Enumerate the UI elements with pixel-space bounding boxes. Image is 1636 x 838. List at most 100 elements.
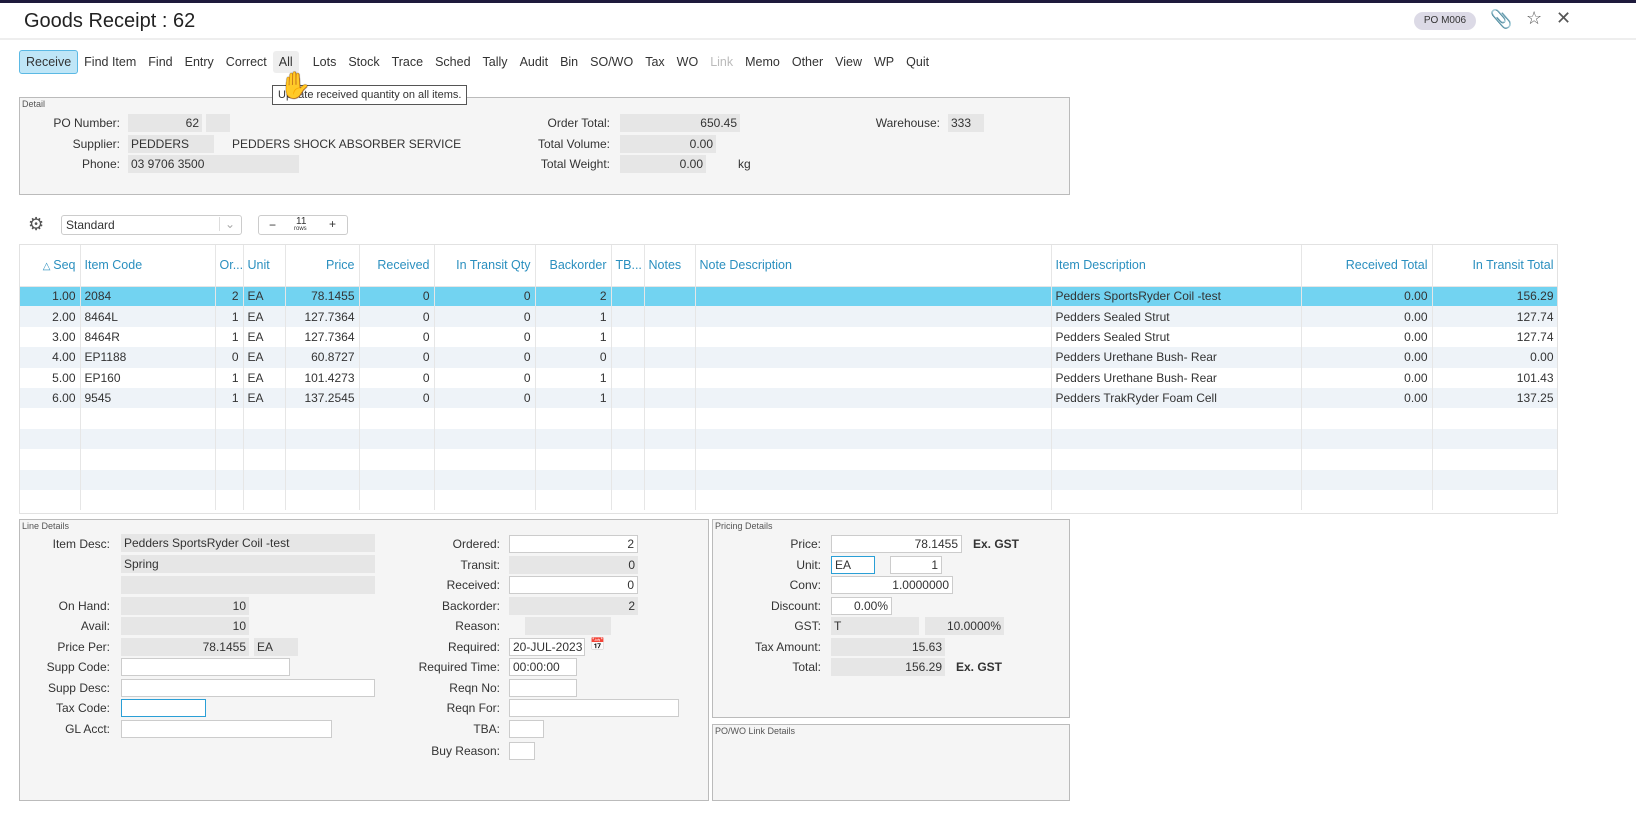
- toolbar-wo-button[interactable]: WO: [671, 51, 705, 73]
- column-header[interactable]: Price: [285, 245, 360, 287]
- toolbar-view-button[interactable]: View: [829, 51, 868, 73]
- conv-input[interactable]: 1.0000000: [831, 576, 953, 594]
- calendar-icon[interactable]: 📅: [590, 637, 605, 651]
- table-row[interactable]: [20, 408, 1557, 429]
- toolbar-entry-button[interactable]: Entry: [179, 51, 220, 73]
- table-cell: Pedders Urethane Bush- Rear: [1051, 347, 1302, 368]
- price-input[interactable]: 78.1455: [831, 535, 962, 553]
- table-row[interactable]: [20, 428, 1557, 450]
- column-header[interactable]: △ Seq: [20, 245, 81, 287]
- unit-qty-input[interactable]: 1: [890, 556, 942, 574]
- column-header[interactable]: Backorder: [535, 245, 612, 287]
- required-date-input[interactable]: 20-JUL-2023: [509, 638, 585, 656]
- tba-input[interactable]: [509, 720, 544, 738]
- toolbar-audit-button[interactable]: Audit: [514, 51, 555, 73]
- gear-icon[interactable]: ⚙: [28, 214, 44, 235]
- paperclip-icon[interactable]: 📎: [1490, 9, 1512, 30]
- table-row[interactable]: 5.00 EP160 1 EA 101.4273 0 0 1 Pedders Urethane …: [20, 367, 1557, 388]
- table-cell: 1: [535, 306, 612, 327]
- column-header[interactable]: Received: [359, 245, 435, 287]
- tba-label: TBA:: [473, 722, 500, 736]
- table-cell: 0.00: [1301, 387, 1433, 409]
- plus-icon[interactable]: +: [329, 217, 336, 231]
- close-icon[interactable]: ✕: [1556, 8, 1571, 29]
- table-row[interactable]: 4.00 EP1188 0 EA 60.8727 0 0 0 Pedders Urethane …: [20, 347, 1557, 368]
- column-label: In Transit Total: [1472, 258, 1554, 273]
- table-cell: [20, 469, 81, 490]
- toolbar-quit-button[interactable]: Quit: [900, 51, 935, 73]
- table-cell: [535, 469, 612, 490]
- table-row[interactable]: 2.00 8464L 1 EA 127.7364 0 0 1 Pedders Sealed St…: [20, 306, 1557, 327]
- table-row[interactable]: [20, 449, 1557, 470]
- table-cell: 0: [535, 347, 612, 368]
- toolbar-tally-button[interactable]: Tally: [477, 51, 514, 73]
- column-header[interactable]: Received Total: [1301, 245, 1433, 287]
- toolbar-receive-button[interactable]: Receive: [19, 50, 79, 74]
- tax-code-input[interactable]: [121, 699, 206, 717]
- toolbar-other-button[interactable]: Other: [786, 51, 829, 73]
- reqn-no-input[interactable]: [509, 679, 577, 697]
- toolbar-correct-button[interactable]: Correct: [220, 51, 273, 73]
- table-row[interactable]: [20, 489, 1557, 511]
- price-per-field: 78.1455: [121, 638, 249, 656]
- reqn-for-input[interactable]: [509, 699, 679, 717]
- table-cell: [535, 408, 612, 429]
- table-cell: 0.00: [1301, 286, 1433, 307]
- view-select[interactable]: Standard ⌄: [61, 215, 242, 235]
- detail-panel: Detail PO Number: 62 Supplier: PEDDERS P…: [19, 97, 1070, 195]
- toolbar-bin-button[interactable]: Bin: [554, 51, 584, 73]
- column-header[interactable]: Notes: [644, 245, 696, 287]
- received-input[interactable]: 0: [509, 576, 638, 594]
- gst-code-field: T: [831, 617, 919, 635]
- table-cell: 2084: [80, 286, 216, 307]
- unit-label: Unit:: [796, 558, 821, 572]
- buy-reason-label: Buy Reason:: [431, 744, 500, 758]
- table-cell: [644, 408, 696, 429]
- reason-field[interactable]: [525, 617, 611, 635]
- table-cell: 4.00: [20, 347, 81, 368]
- toolbar-find-item-button[interactable]: Find Item: [78, 51, 142, 73]
- supp-desc-label: Supp Desc:: [47, 681, 110, 695]
- column-header[interactable]: In Transit Qty: [434, 245, 536, 287]
- toolbar-tax-button[interactable]: Tax: [639, 51, 670, 73]
- buy-reason-input[interactable]: [509, 742, 535, 760]
- toolbar-memo-button[interactable]: Memo: [739, 51, 786, 73]
- column-header[interactable]: Note Description: [695, 245, 1052, 287]
- toolbar-wp-button[interactable]: WP: [868, 51, 900, 73]
- ordered-input[interactable]: 2: [509, 535, 638, 553]
- minus-icon[interactable]: −: [269, 218, 276, 232]
- supp-desc-input[interactable]: [121, 679, 375, 697]
- column-header[interactable]: Or...: [215, 245, 244, 287]
- required-time-input[interactable]: 00:00:00: [509, 658, 577, 676]
- column-header[interactable]: Unit: [243, 245, 286, 287]
- toolbar-stock-button[interactable]: Stock: [342, 51, 385, 73]
- table-row[interactable]: 3.00 8464R 1 EA 127.7364 0 0 1 Pedders Sealed St…: [20, 326, 1557, 348]
- table-row[interactable]: 1.00 2084 2 EA 78.1455 0 0 2 Pedders SportsRyder…: [20, 286, 1557, 307]
- column-header[interactable]: Item Description: [1051, 245, 1302, 287]
- column-label: Backorder: [549, 258, 607, 273]
- gl-acct-input[interactable]: [121, 720, 332, 738]
- toolbar-trace-button[interactable]: Trace: [386, 51, 430, 73]
- total-ex-gst: Ex. GST: [956, 660, 1003, 674]
- table-row[interactable]: [20, 469, 1557, 490]
- toolbar-lots-button[interactable]: Lots: [307, 51, 343, 73]
- table-row[interactable]: 6.00 9545 1 EA 137.2545 0 0 1 Pedders TrakRyder …: [20, 387, 1557, 409]
- toolbar-so-wo-button[interactable]: SO/WO: [584, 51, 639, 73]
- star-icon[interactable]: ☆: [1526, 8, 1542, 29]
- order-total-label: Order Total:: [547, 116, 610, 130]
- supp-code-input[interactable]: [121, 658, 290, 676]
- discount-input[interactable]: 0.00%: [831, 597, 892, 615]
- toolbar-sched-button[interactable]: Sched: [429, 51, 476, 73]
- item-desc-label: Item Desc:: [52, 537, 110, 551]
- column-header[interactable]: In Transit Total: [1432, 245, 1557, 287]
- column-label: Received Total: [1345, 258, 1428, 273]
- table-cell: [243, 469, 286, 490]
- column-header[interactable]: Item Code: [80, 245, 216, 287]
- table-cell: [1051, 489, 1302, 511]
- toolbar-find-button[interactable]: Find: [142, 51, 178, 73]
- table-cell: 78.1455: [285, 286, 360, 307]
- item-desc3-field: [121, 576, 375, 594]
- unit-input[interactable]: EA: [831, 556, 875, 574]
- table-cell: EA: [243, 326, 286, 348]
- column-header[interactable]: TB...: [611, 245, 645, 287]
